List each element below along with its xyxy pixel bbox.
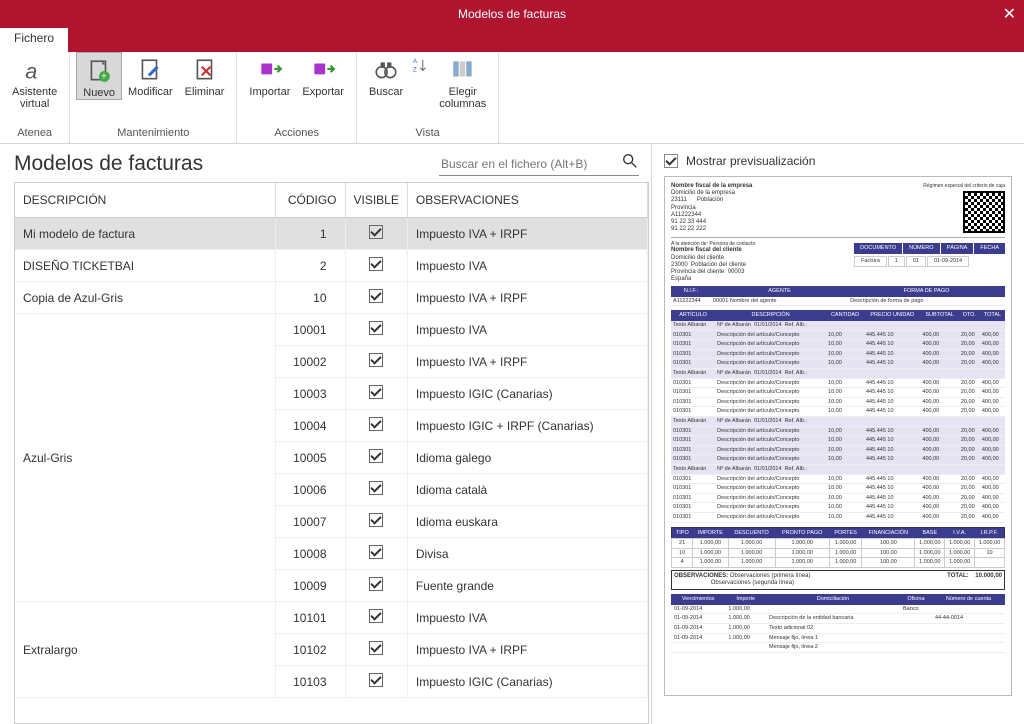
invoice-preview: Nombre fiscal de la empresa Domicilio de…	[664, 176, 1012, 696]
checkbox-icon	[664, 154, 678, 168]
import-icon	[256, 56, 284, 84]
search-field[interactable]	[439, 152, 639, 176]
title-bar: Modelos de facturas ✕	[0, 0, 1024, 28]
svg-text:A: A	[413, 58, 418, 65]
search-input[interactable]	[439, 155, 621, 173]
svg-text:a: a	[25, 59, 37, 83]
export-icon	[309, 56, 337, 84]
ribbon-group-acciones-label: Acciones	[243, 127, 350, 141]
svg-text:Z: Z	[413, 66, 417, 73]
window-title: Modelos de facturas	[458, 7, 566, 21]
checkbox-icon[interactable]	[369, 353, 383, 367]
checkbox-icon[interactable]	[369, 577, 383, 591]
exportar-button[interactable]: Exportar	[296, 52, 350, 98]
checkbox-icon[interactable]	[369, 545, 383, 559]
models-grid: DESCRIPCIÓN CÓDIGO VISIBLE OBSERVACIONES…	[14, 182, 649, 724]
table-row[interactable]: Extralargo10101Impuesto IVA	[15, 602, 648, 634]
checkbox-icon[interactable]	[369, 449, 383, 463]
checkbox-icon[interactable]	[369, 289, 383, 303]
nuevo-button[interactable]: + Nuevo	[76, 52, 122, 100]
columns-icon	[449, 56, 477, 84]
search-icon	[621, 152, 639, 175]
checkbox-icon[interactable]	[369, 641, 383, 655]
sort-button[interactable]: AZ	[409, 52, 433, 110]
eliminar-button[interactable]: Eliminar	[179, 52, 231, 100]
col-observaciones[interactable]: OBSERVACIONES	[407, 183, 647, 218]
table-row[interactable]: Mi modelo de factura1Impuesto IVA + IRPF	[15, 218, 648, 250]
elegir-columnas-button[interactable]: Elegir columnas	[433, 52, 492, 110]
ribbon-group-vista-label: Vista	[363, 127, 492, 141]
ribbon-group-mantenimiento-label: Mantenimiento	[76, 127, 230, 141]
checkbox-icon[interactable]	[369, 609, 383, 623]
checkbox-icon[interactable]	[369, 321, 383, 335]
table-row[interactable]: DISEÑO TICKETBAI2Impuesto IVA	[15, 250, 648, 282]
new-document-icon: +	[85, 57, 113, 85]
asistente-virtual-button[interactable]: a Asistente virtual	[6, 52, 63, 110]
col-codigo[interactable]: CÓDIGO	[275, 183, 345, 218]
show-preview-checkbox[interactable]: Mostrar previsualización	[664, 154, 1012, 168]
svg-text:+: +	[101, 72, 107, 83]
ribbon: a Asistente virtual Atenea + Nuevo Modif…	[0, 52, 1024, 144]
table-row[interactable]: Copia de Azul-Gris10Impuesto IVA + IRPF	[15, 282, 648, 314]
close-icon[interactable]: ✕	[1003, 4, 1016, 24]
checkbox-icon[interactable]	[369, 225, 383, 239]
binoculars-icon	[372, 56, 400, 84]
checkbox-icon[interactable]	[369, 385, 383, 399]
checkbox-icon[interactable]	[369, 257, 383, 271]
tab-fichero[interactable]: Fichero	[0, 28, 68, 52]
delete-document-icon	[191, 56, 219, 84]
col-descripcion[interactable]: DESCRIPCIÓN	[15, 183, 275, 218]
page-title: Modelos de facturas	[14, 152, 203, 176]
checkbox-icon[interactable]	[369, 417, 383, 431]
sort-icon: AZ	[412, 56, 430, 74]
modificar-button[interactable]: Modificar	[122, 52, 179, 100]
qr-code	[963, 191, 1005, 233]
checkbox-icon[interactable]	[369, 481, 383, 495]
buscar-button[interactable]: Buscar	[363, 52, 409, 110]
edit-document-icon	[136, 56, 164, 84]
importar-button[interactable]: Importar	[243, 52, 296, 98]
checkbox-icon[interactable]	[369, 513, 383, 527]
checkbox-icon[interactable]	[369, 673, 383, 687]
ribbon-group-atenea-label: Atenea	[6, 127, 63, 141]
assistant-icon: a	[21, 56, 49, 84]
table-row[interactable]: Azul-Gris10001Impuesto IVA	[15, 314, 648, 346]
col-visible[interactable]: VISIBLE	[345, 183, 407, 218]
ribbon-tabs: Fichero	[0, 28, 1024, 52]
